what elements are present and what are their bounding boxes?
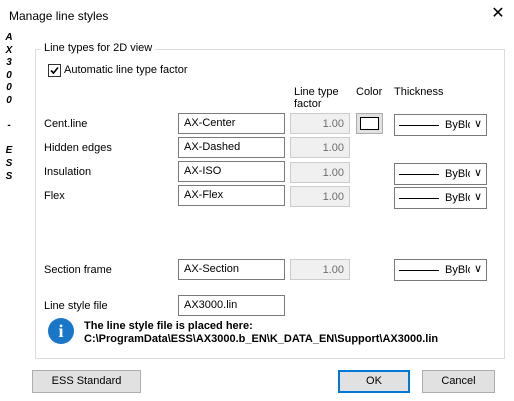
auto-factor-checkbox[interactable] xyxy=(48,64,61,77)
auto-factor-label: Automatic line type factor xyxy=(64,64,188,76)
thickness-value: ByBlock xyxy=(445,168,470,180)
line-type-field-flex[interactable]: AX-Flex xyxy=(178,185,285,206)
line-style-file-field[interactable]: AX3000.lin xyxy=(178,295,285,316)
chevron-down-icon: ∨ xyxy=(473,167,482,179)
factor-field-hidden-edges: 1.00 xyxy=(290,137,350,158)
side-strip-char: - xyxy=(7,120,11,132)
row-label-flex: Flex xyxy=(44,190,65,202)
thickness-value: ByBlock xyxy=(445,119,470,131)
window-title: Manage line styles xyxy=(9,9,109,23)
ok-button[interactable]: OK xyxy=(338,370,410,393)
line-sample xyxy=(399,198,439,199)
factor-field-cent-line: 1.00 xyxy=(290,113,350,134)
chevron-down-icon: ∨ xyxy=(473,118,482,130)
checkmark-icon xyxy=(50,66,59,75)
thickness-value: ByBlock xyxy=(445,264,470,276)
side-strip-char: S xyxy=(5,157,13,169)
row-label-hidden-edges: Hidden edges xyxy=(44,142,112,154)
chevron-down-icon: ∨ xyxy=(473,263,482,275)
factor-field-section-frame: 1.00 xyxy=(290,259,350,280)
side-strip-char: X xyxy=(5,44,13,56)
side-strip-char: 0 xyxy=(6,82,12,94)
side-strip-char: E xyxy=(5,145,13,157)
side-strip-char xyxy=(4,133,14,146)
side-strip: A X 3 0 0 0 - E S S xyxy=(4,32,14,183)
side-strip-char: A xyxy=(5,32,13,43)
close-icon[interactable]: ✕ xyxy=(489,5,507,23)
cancel-button[interactable]: Cancel xyxy=(422,370,495,393)
row-label-cent-line: Cent.line xyxy=(44,118,88,130)
header-thickness: Thickness xyxy=(394,86,444,98)
row-label-insulation: Insulation xyxy=(44,166,92,178)
line-sample xyxy=(399,125,439,126)
info-text-line1: The line style file is placed here: xyxy=(84,320,253,332)
line-type-field-cent-line[interactable]: AX-Center xyxy=(178,113,285,134)
chevron-down-icon: ∨ xyxy=(473,191,482,203)
thickness-dropdown-flex[interactable]: ByBlock ∨ xyxy=(394,187,487,209)
line-type-field-hidden-edges[interactable]: AX-Dashed xyxy=(178,137,285,158)
line-sample xyxy=(399,270,439,271)
side-strip-char: 0 xyxy=(6,94,12,106)
side-strip-char: S xyxy=(5,170,13,182)
header-color: Color xyxy=(356,86,383,98)
color-button[interactable] xyxy=(356,113,383,134)
row-label-section-frame: Section frame xyxy=(44,264,112,276)
side-strip-char: 0 xyxy=(6,69,12,81)
thickness-dropdown-cent-line[interactable]: ByBlock ∨ xyxy=(394,114,487,136)
info-text-path: C:\ProgramData\ESS\AX3000.b_EN\K_DATA_EN… xyxy=(84,333,439,345)
line-sample xyxy=(399,174,439,175)
line-style-file-label: Line style file xyxy=(44,300,108,312)
thickness-value: ByBlock xyxy=(445,192,470,204)
group-legend: Line types for 2D view xyxy=(41,42,156,54)
thickness-dropdown-insulation[interactable]: ByBlock ∨ xyxy=(394,163,487,185)
info-icon: i xyxy=(48,318,74,344)
thickness-dropdown-section-frame[interactable]: ByBlock ∨ xyxy=(394,259,487,281)
factor-field-flex: 1.00 xyxy=(290,186,350,207)
ess-standard-button[interactable]: ESS Standard xyxy=(32,370,141,393)
side-strip-char: 3 xyxy=(6,57,12,69)
side-strip-char xyxy=(4,108,14,121)
line-type-field-insulation[interactable]: AX-ISO xyxy=(178,161,285,182)
line-type-field-section-frame[interactable]: AX-Section xyxy=(178,259,285,280)
header-line-type-factor: Line type factor xyxy=(294,86,339,110)
color-swatch xyxy=(360,117,379,130)
factor-field-insulation: 1.00 xyxy=(290,162,350,183)
